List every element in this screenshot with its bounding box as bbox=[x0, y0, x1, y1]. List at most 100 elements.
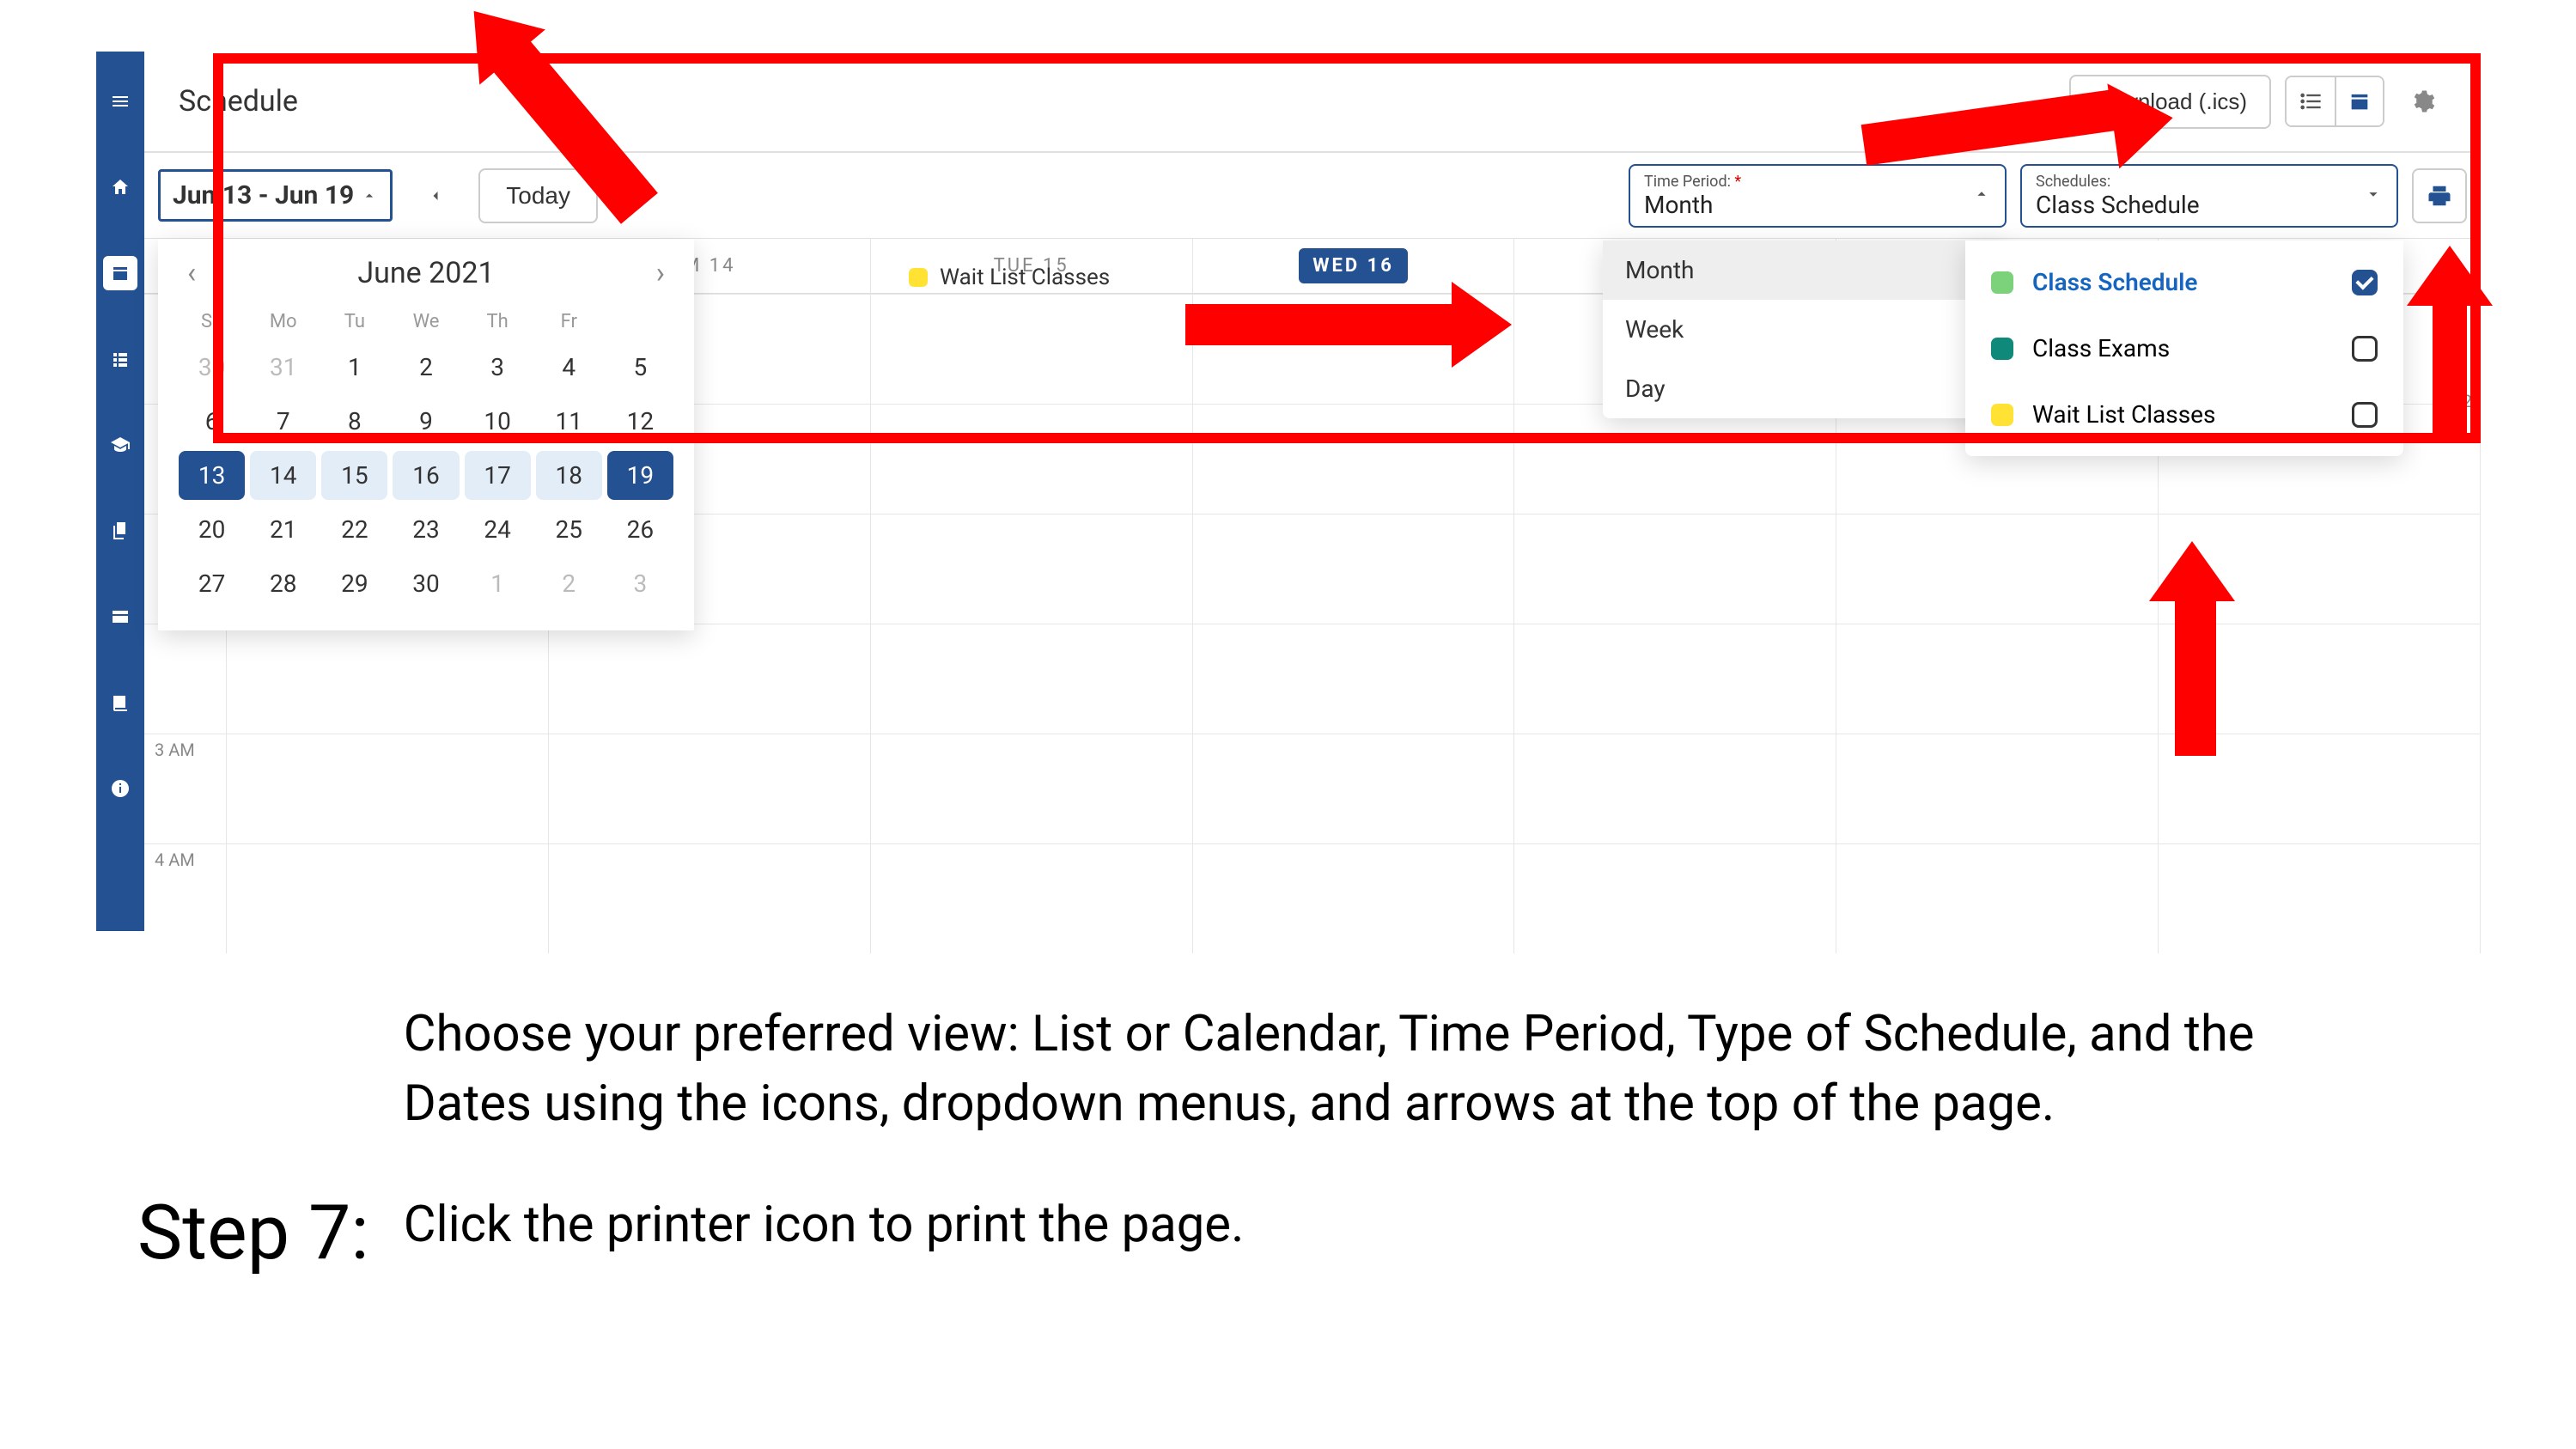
time-period-dropdown[interactable]: Time Period: * Month bbox=[1629, 164, 2007, 228]
mini-cal-day[interactable]: 13 bbox=[179, 451, 245, 500]
time-label: 4 AM bbox=[144, 844, 227, 953]
schedule-option[interactable]: Wait List Classes bbox=[1965, 381, 2403, 447]
control-bar: Jun 13 - Jun 19 Today Time Period: * Mon… bbox=[144, 153, 2481, 239]
settings-button[interactable] bbox=[2398, 77, 2446, 125]
next-week-button[interactable] bbox=[624, 179, 658, 213]
mini-cal-day[interactable]: 23 bbox=[393, 505, 459, 554]
page-title: Schedule bbox=[179, 84, 298, 119]
mini-cal-day[interactable]: 8 bbox=[321, 397, 387, 446]
schedule-swatch bbox=[1991, 338, 2013, 360]
today-button[interactable]: Today bbox=[478, 168, 598, 223]
instructions: Step 7: Choose your preferred view: List… bbox=[0, 965, 2576, 1329]
prev-month-button[interactable]: ‹ bbox=[179, 256, 204, 290]
schedules-value: Class Schedule bbox=[2036, 191, 2383, 219]
mini-cal-day[interactable]: 3 bbox=[607, 559, 673, 608]
time-label: 3 AM bbox=[144, 734, 227, 843]
next-month-button[interactable]: › bbox=[648, 256, 673, 290]
mini-cal-dow: Th bbox=[465, 306, 531, 338]
list-view-button[interactable] bbox=[2287, 77, 2335, 125]
mini-cal-day[interactable]: 2 bbox=[536, 559, 602, 608]
mini-cal-day[interactable]: 1 bbox=[321, 343, 387, 392]
schedule-option[interactable]: Class Exams bbox=[1965, 315, 2403, 381]
mini-cal-day[interactable]: 9 bbox=[393, 397, 459, 446]
mini-cal-day[interactable]: 26 bbox=[607, 505, 673, 554]
time-period-option[interactable]: Week bbox=[1603, 300, 2005, 359]
mini-cal-day[interactable]: 28 bbox=[250, 559, 316, 608]
mini-cal-day[interactable]: 18 bbox=[536, 451, 602, 500]
schedule-name: Wait List Classes bbox=[2032, 400, 2333, 429]
schedule-swatch bbox=[1991, 271, 2013, 294]
mini-cal-day[interactable]: 16 bbox=[393, 451, 459, 500]
step-label: Step 7: bbox=[137, 1189, 369, 1277]
mini-cal-day[interactable]: 11 bbox=[536, 397, 602, 446]
book-icon[interactable] bbox=[103, 685, 137, 720]
chevron-up-icon bbox=[1972, 185, 1991, 207]
mini-cal-day[interactable]: 10 bbox=[465, 397, 531, 446]
calendar-nav-icon[interactable] bbox=[103, 256, 137, 290]
mini-cal-month: June 2021 bbox=[357, 256, 494, 290]
mini-cal-day[interactable]: 21 bbox=[250, 505, 316, 554]
checkbox[interactable] bbox=[2352, 336, 2378, 362]
content-area: Schedule Download (.ics) bbox=[144, 52, 2481, 931]
chevron-down-icon bbox=[2364, 185, 2383, 207]
scroll-time-indicator: 02 bbox=[2453, 391, 2472, 411]
mini-cal-dow: Mo bbox=[250, 306, 316, 338]
legend-wait-list-label: Wait List Classes bbox=[940, 265, 1110, 290]
view-toggle bbox=[2285, 76, 2384, 127]
mini-cal-day[interactable]: 30 bbox=[393, 559, 459, 608]
copy-icon[interactable] bbox=[103, 514, 137, 548]
mini-cal-day[interactable]: 1 bbox=[465, 559, 531, 608]
mini-cal-day[interactable]: 4 bbox=[536, 343, 602, 392]
schedule-name: Class Schedule bbox=[2032, 268, 2333, 296]
list-icon[interactable] bbox=[103, 342, 137, 376]
legend-swatch-yellow bbox=[909, 268, 928, 287]
checkbox[interactable] bbox=[2352, 270, 2378, 295]
menu-icon[interactable] bbox=[103, 84, 137, 119]
instruction-p2: Click the printer icon to print the page… bbox=[404, 1190, 2276, 1260]
mini-cal-day[interactable]: 24 bbox=[465, 505, 531, 554]
time-period-menu: MonthWeekDay bbox=[1603, 240, 2005, 418]
home-icon[interactable] bbox=[103, 170, 137, 204]
mini-cal-day[interactable]: 15 bbox=[321, 451, 387, 500]
date-range-text: Jun 13 - Jun 19 bbox=[173, 180, 354, 210]
chevron-up-icon bbox=[361, 187, 378, 204]
mini-cal-day[interactable]: 20 bbox=[179, 505, 245, 554]
mini-cal-day[interactable]: 17 bbox=[465, 451, 531, 500]
mini-cal-day[interactable]: 3 bbox=[465, 343, 531, 392]
checkbox[interactable] bbox=[2352, 402, 2378, 428]
schedule-name: Class Exams bbox=[2032, 334, 2333, 362]
day-header-today: WED 16 bbox=[1299, 248, 1408, 283]
mini-cal-day[interactable]: 5 bbox=[607, 343, 673, 392]
mini-cal-day[interactable]: 19 bbox=[607, 451, 673, 500]
graduation-icon[interactable] bbox=[103, 428, 137, 462]
time-period-option[interactable]: Month bbox=[1603, 240, 2005, 300]
mini-cal-dow: Su bbox=[179, 306, 245, 338]
download-button[interactable]: Download (.ics) bbox=[2069, 75, 2271, 129]
card-icon[interactable] bbox=[103, 600, 137, 634]
mini-cal-day[interactable]: 25 bbox=[536, 505, 602, 554]
mini-cal-day[interactable]: 27 bbox=[179, 559, 245, 608]
schedules-label: Schedules: bbox=[2036, 173, 2383, 191]
instruction-p1: Choose your preferred view: List or Cale… bbox=[404, 1000, 2276, 1139]
mini-cal-day[interactable]: 6 bbox=[179, 397, 245, 446]
mini-cal-day[interactable]: 2 bbox=[393, 343, 459, 392]
schedules-dropdown[interactable]: Schedules: Class Schedule bbox=[2020, 164, 2398, 228]
mini-cal-day[interactable]: 29 bbox=[321, 559, 387, 608]
mini-cal-day[interactable]: 7 bbox=[250, 397, 316, 446]
mini-cal-day[interactable]: 31 bbox=[250, 343, 316, 392]
calendar-view-button[interactable] bbox=[2335, 77, 2383, 125]
time-period-option[interactable]: Day bbox=[1603, 359, 2005, 418]
date-range-button[interactable]: Jun 13 - Jun 19 bbox=[158, 169, 393, 222]
mini-cal-day[interactable]: 12 bbox=[607, 397, 673, 446]
schedule-option[interactable]: Class Schedule bbox=[1965, 249, 2403, 315]
prev-week-button[interactable] bbox=[418, 179, 453, 213]
mini-cal-dow: Fr bbox=[536, 306, 602, 338]
info-icon[interactable] bbox=[103, 771, 137, 806]
top-bar: Schedule Download (.ics) bbox=[144, 52, 2481, 153]
time-period-value: Month bbox=[1644, 191, 1991, 219]
mini-cal-day[interactable]: 14 bbox=[250, 451, 316, 500]
mini-cal-day[interactable]: 30 bbox=[179, 343, 245, 392]
print-button[interactable] bbox=[2412, 168, 2467, 223]
mini-cal-day[interactable]: 22 bbox=[321, 505, 387, 554]
mini-cal-dow: Tu bbox=[321, 306, 387, 338]
